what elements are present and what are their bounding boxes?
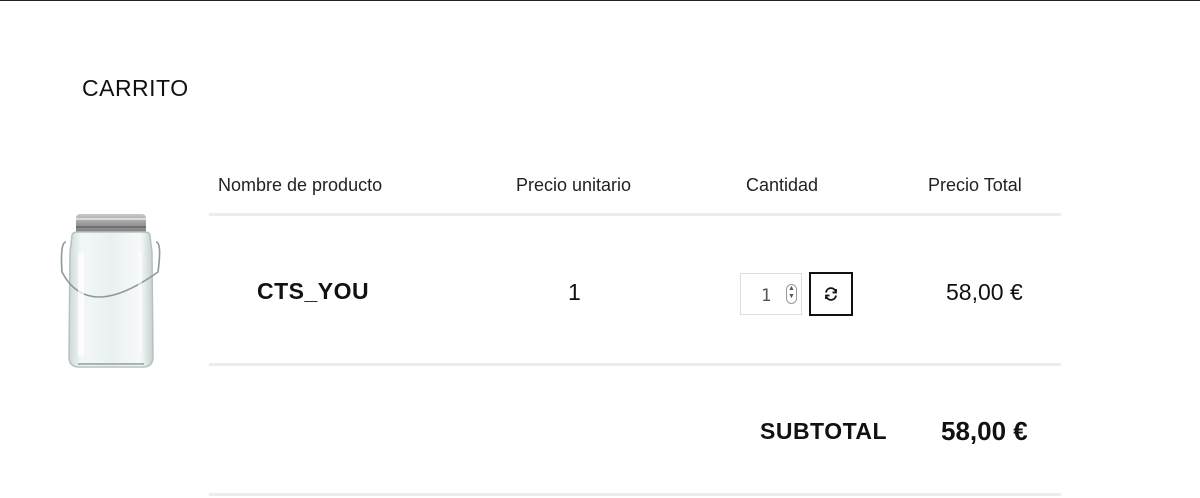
header-total-price: Precio Total	[928, 175, 1022, 195]
header-unit-price: Precio unitario	[516, 175, 632, 195]
refresh-icon	[825, 287, 837, 301]
header-quantity: Cantidad	[746, 175, 819, 195]
spinner-arrows-icon[interactable]: ▲ ▼	[786, 284, 797, 304]
product-image	[58, 212, 164, 372]
unit-price: 1	[568, 279, 581, 305]
page-title: CARRITO	[82, 75, 189, 101]
product-name: CTS_YOU	[257, 278, 370, 304]
quantity-stepper[interactable]: 1 ▲ ▼	[740, 273, 802, 315]
quantity-value[interactable]: 1	[761, 286, 771, 306]
update-quantity-button[interactable]	[809, 272, 853, 316]
header-divider	[209, 213, 1061, 216]
line-total-price: 58,00 €	[946, 279, 1023, 305]
subtotal-label: SUBTOTAL	[760, 418, 888, 444]
bottom-divider	[209, 493, 1061, 496]
glass-jar-icon	[60, 214, 161, 368]
row-divider	[209, 363, 1061, 366]
subtotal-value: 58,00 €	[941, 416, 1028, 446]
top-divider	[0, 0, 1200, 1]
header-product-name: Nombre de producto	[218, 175, 383, 195]
